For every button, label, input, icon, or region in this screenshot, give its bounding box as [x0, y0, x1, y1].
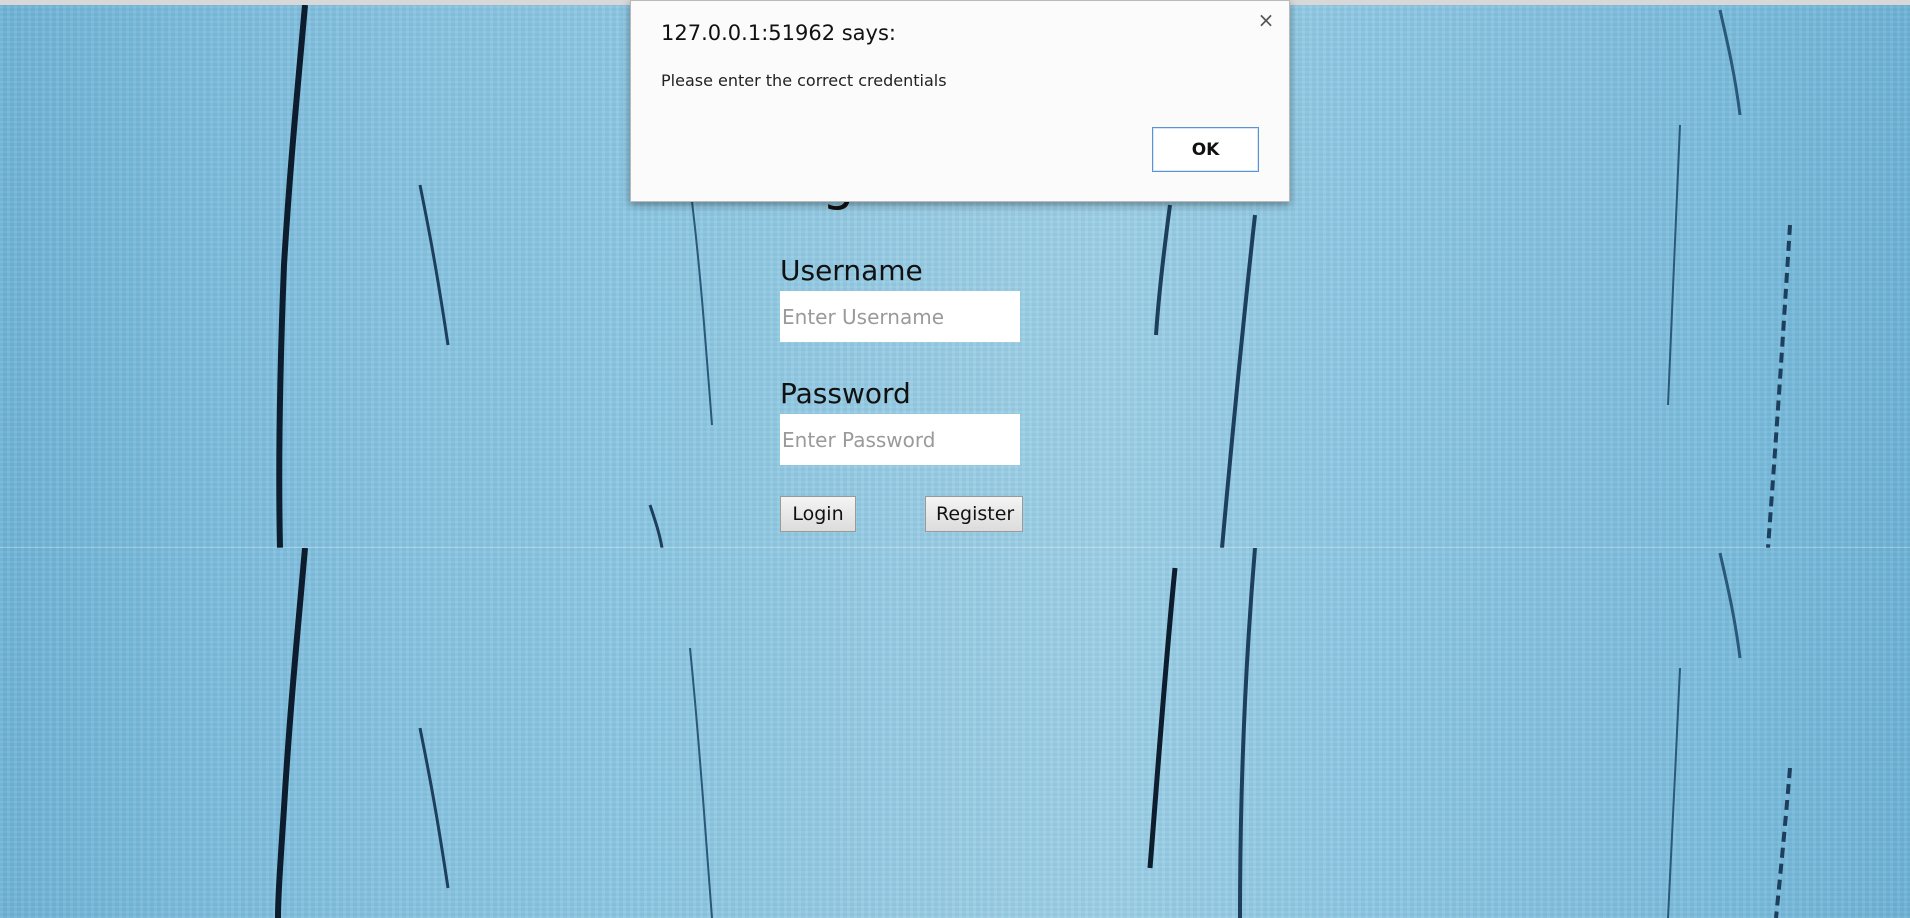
username-label: Username	[780, 254, 923, 287]
password-input[interactable]	[780, 414, 1020, 465]
background-texture-bottom	[0, 548, 1910, 918]
alert-dialog: 127.0.0.1:51962 says: × Please enter the…	[630, 0, 1290, 202]
alert-title: 127.0.0.1:51962 says:	[661, 21, 896, 45]
username-input[interactable]	[780, 291, 1020, 342]
close-icon[interactable]: ×	[1255, 9, 1277, 31]
login-button[interactable]: Login	[780, 496, 856, 532]
alert-message: Please enter the correct credentials	[661, 71, 947, 90]
password-label: Password	[780, 377, 911, 410]
ok-button[interactable]: OK	[1152, 127, 1259, 172]
register-button[interactable]: Register	[925, 496, 1023, 532]
background-cracks-bottom	[275, 548, 1792, 918]
